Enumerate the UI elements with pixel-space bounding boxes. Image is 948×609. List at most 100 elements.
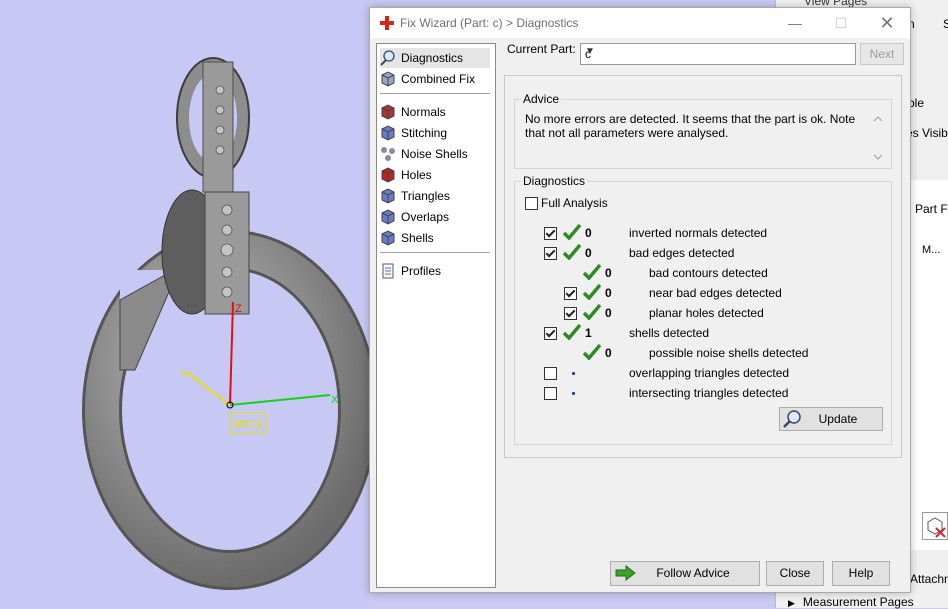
cube-icon [380,71,396,87]
measurement-pages-expander[interactable]: ▶ Measurement Pages [788,595,914,609]
sidebar-item-label: Holes [401,168,432,182]
sidebar-item-noise-shells[interactable]: Noise Shells [380,144,490,164]
3d-viewport[interactable]: WCS Z X Y [0,0,370,608]
part-model: WCS Z X Y [82,57,370,590]
sidebar-item-holes[interactable]: Holes [380,165,490,185]
sidebar-divider [380,93,490,94]
diagnostic-checkbox[interactable] [544,227,557,240]
z-axis-label: Z [235,303,242,315]
advice-title: Advice [521,92,562,106]
diagnostic-text: bad edges detected [629,246,735,260]
diagnostic-checkbox[interactable] [544,367,557,380]
update-label: Update [818,412,858,426]
close-window-button[interactable]: ✕ [864,8,910,38]
advice-group: Advice No more errors are detected. It s… [514,92,892,169]
diagnostic-checkbox[interactable] [544,387,557,400]
triangles-cube-icon [380,188,396,204]
measurement-pages-label: Measurement Pages [802,595,914,609]
green-check-icon [583,284,601,300]
follow-advice-button[interactable]: Follow Advice [610,561,760,586]
sidebar-item-label: Triangles [401,189,450,203]
x-axis-label: X [331,394,339,406]
diagnostic-checkbox[interactable] [544,247,557,260]
wcs-label: WCS [234,417,262,431]
diagnostic-count: 0 [605,346,612,360]
help-button[interactable]: Help [832,561,890,586]
diagnostic-checkbox[interactable] [544,327,557,340]
sidebar-item-combined-fix[interactable]: Combined Fix [380,69,490,89]
diagnostic-text: near bad edges detected [649,286,782,300]
diagnostic-text: inverted normals detected [629,226,768,240]
magnifier-icon [783,410,801,428]
diagnostic-count: 0 [585,226,592,240]
holes-cube-icon [380,167,396,183]
sidebar-item-label: Normals [401,105,446,119]
sidebar-item-label: Stitching [401,126,448,140]
green-check-icon [583,264,601,280]
wizard-sidebar: Diagnostics Combined Fix Normals Stitching N… [376,43,496,588]
diagnostic-count: 0 [585,246,592,260]
sidebar-item-overlaps[interactable]: Overlaps [380,207,490,227]
overlaps-cube-icon [380,209,396,225]
full-analysis-checkbox[interactable] [525,197,538,210]
current-part-select[interactable]: c ▼ [580,43,856,65]
next-button[interactable]: Next [860,43,904,65]
diagnostic-text: planar holes detected [649,306,764,320]
chevron-down-icon: ▼ [585,46,595,57]
not-analysed-dot-icon [572,372,575,375]
sidebar-item-label: Profiles [401,264,442,278]
close-button[interactable]: Close [766,561,824,586]
sidebar-item-label: Overlaps [401,210,450,224]
noise-shells-icon [380,146,396,162]
y-axis-label: Y [180,369,188,381]
green-check-icon [583,304,601,320]
column-s-label: S [943,17,948,31]
green-check-icon [563,244,581,260]
diagnostics-group: Diagnostics Full Analysis Update 0 invert… [514,174,892,445]
parts-list-panel: Part F M... [909,180,948,550]
full-analysis-label: Full Analysis [541,196,608,210]
magnifier-icon [380,50,396,66]
current-part-label: Current Part: [507,42,576,56]
maximize-button[interactable]: ☐ [818,8,864,38]
stitching-cube-icon [380,125,396,141]
diagnostic-count: 0 [605,306,612,320]
diagnostic-count: 1 [585,326,592,340]
sidebar-item-triangles[interactable]: Triangles [380,186,490,206]
diagnostic-text: shells detected [629,326,710,340]
diagnostic-checkbox[interactable] [564,307,577,320]
sidebar-item-label: Combined Fix [401,72,476,86]
fix-wizard-cross-icon [380,16,394,30]
normals-cube-icon [380,104,396,120]
diagnostic-count: 0 [605,286,612,300]
green-check-icon [563,224,581,240]
update-button[interactable]: Update [779,407,883,431]
sidebar-item-normals[interactable]: Normals [380,102,490,122]
sidebar-item-label: Noise Shells [401,147,468,161]
shells-cube-icon [380,230,396,246]
part-f-label: Part F [915,202,948,216]
green-check-icon [563,324,581,340]
diagnostics-title: Diagnostics [521,174,588,188]
diagnostic-text: overlapping triangles detected [629,366,790,380]
green-check-icon [583,344,601,360]
column-m-label: M... [922,244,941,256]
sidebar-item-diagnostics[interactable]: Diagnostics [380,48,490,68]
advice-scrollbar[interactable] [871,112,885,164]
green-arrow-icon [615,565,636,581]
visible-text: es Visible [906,126,948,140]
title-bar[interactable]: Fix Wizard (Part: c) > Diagnostics — ☐ ✕ [370,8,910,38]
sidebar-divider [380,252,490,253]
diagnostic-text: possible noise shells detected [649,346,809,360]
sidebar-item-stitching[interactable]: Stitching [380,123,490,143]
remove-cube-icon[interactable] [922,512,948,540]
sidebar-item-label: Shells [401,231,434,245]
sidebar-item-profiles[interactable]: Profiles [380,261,490,281]
follow-advice-label: Follow Advice [656,566,730,580]
sidebar-item-shells[interactable]: Shells [380,228,490,248]
profiles-document-icon [380,263,396,279]
diagnostic-text: intersecting triangles detected [629,386,789,400]
minimize-button[interactable]: — [772,8,818,38]
diagnostic-checkbox[interactable] [564,287,577,300]
window-title: Fix Wizard (Part: c) > Diagnostics [400,16,579,30]
